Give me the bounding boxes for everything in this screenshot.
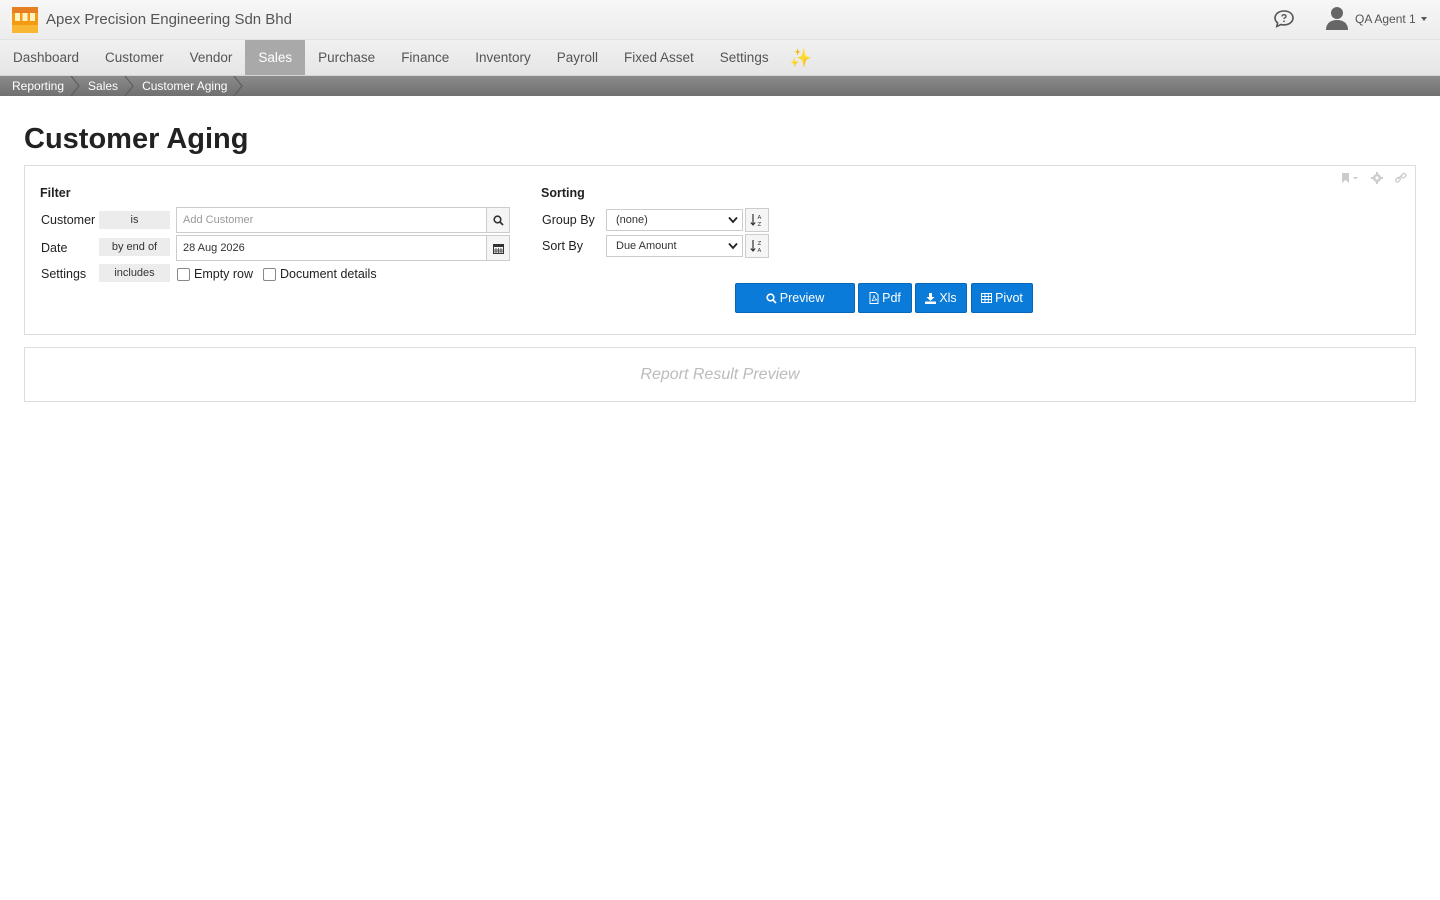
sort-by-select[interactable]: Due Amount <box>606 235 743 257</box>
checkbox-label: Empty row <box>194 267 254 281</box>
top-header: Apex Precision Engineering Sdn Bhd QA Ag… <box>0 0 1440 40</box>
group-sort-direction-button[interactable]: A Z <box>745 208 769 232</box>
preview-button-label: Preview <box>779 291 825 305</box>
download-icon <box>925 292 937 304</box>
link-icon[interactable] <box>1395 172 1407 184</box>
calendar-icon <box>492 243 504 254</box>
breadcrumb-label: Reporting <box>12 79 65 93</box>
checkbox-box[interactable] <box>177 267 190 281</box>
pdf-button-label: Pdf <box>882 291 901 305</box>
svg-text:Z: Z <box>758 241 762 247</box>
date-picker-button[interactable] <box>486 235 510 261</box>
sort-direction-button[interactable]: Z A <box>745 234 769 258</box>
pivot-button-label: Pivot <box>995 291 1023 305</box>
filter-title: Filter <box>40 186 71 200</box>
date-field[interactable]: 28 Aug 2026 <box>176 235 487 261</box>
pivot-button[interactable]: Pivot <box>971 283 1033 313</box>
nav-item-customer[interactable]: Customer <box>92 40 177 75</box>
user-menu-caret-icon[interactable] <box>1421 17 1427 21</box>
customer-search-input[interactable] <box>176 207 487 233</box>
customer-search-button[interactable] <box>486 207 510 233</box>
nav-item-fixed-asset[interactable]: Fixed Asset <box>611 40 707 75</box>
report-result-placeholder: Report Result Preview <box>640 365 800 383</box>
chat-icon[interactable] <box>1273 9 1295 29</box>
empty-row-checkbox[interactable]: Empty row <box>177 267 253 281</box>
preview-button[interactable]: Preview <box>735 283 855 313</box>
nav-item-vendor[interactable]: Vendor <box>177 40 246 75</box>
company-logo-icon[interactable] <box>12 7 38 33</box>
report-options-panel: Filter Customer is Date by end of 28 Aug… <box>24 165 1416 335</box>
chevron-down-icon <box>728 216 738 224</box>
nav-item-payroll[interactable]: Payroll <box>544 40 611 75</box>
search-icon <box>766 292 777 304</box>
svg-text:Z: Z <box>758 222 762 227</box>
sort-alpha-asc-icon: A Z <box>750 214 762 227</box>
breadcrumb-label: Customer Aging <box>142 79 228 93</box>
nav-item-finance[interactable]: Finance <box>388 40 462 75</box>
gear-icon[interactable] <box>1371 172 1383 184</box>
nav-item-sales[interactable]: Sales <box>245 40 306 75</box>
breadcrumb-item-customer-aging[interactable]: Customer Aging <box>130 76 244 96</box>
report-result-panel: Report Result Preview <box>24 347 1416 402</box>
svg-text:A: A <box>758 248 762 253</box>
sparkles-icon[interactable]: ✨ <box>782 40 820 75</box>
svg-text:A: A <box>758 215 762 221</box>
bookmark-icon[interactable] <box>1341 172 1359 184</box>
group-by-select[interactable]: (none) <box>606 209 743 231</box>
xls-button-label: Xls <box>939 291 957 305</box>
nav-item-inventory[interactable]: Inventory <box>462 40 544 75</box>
checkbox-box[interactable] <box>263 267 276 281</box>
breadcrumb-label: Sales <box>88 79 119 93</box>
sorting-title: Sorting <box>541 186 585 200</box>
checkbox-label: Document details <box>280 267 377 281</box>
nav-item-purchase[interactable]: Purchase <box>305 40 388 75</box>
sort-by-label: Sort By <box>542 239 583 253</box>
group-by-label: Group By <box>542 213 595 227</box>
breadcrumb: Reporting Sales Customer Aging <box>0 76 1440 96</box>
nav-item-dashboard[interactable]: Dashboard <box>0 40 92 75</box>
main-nav: Dashboard Customer Vendor Sales Purchase… <box>0 40 1440 76</box>
document-details-checkbox[interactable]: Document details <box>263 267 377 281</box>
breadcrumb-item-sales[interactable]: Sales <box>76 76 134 96</box>
sort-by-value: Due Amount <box>616 240 677 252</box>
filter-label-settings: Settings <box>41 267 87 281</box>
filter-operator-date[interactable]: by end of <box>99 238 170 256</box>
page-title: Customer Aging <box>24 123 249 155</box>
search-icon <box>492 214 504 226</box>
user-avatar-icon[interactable] <box>1326 6 1348 30</box>
sort-alpha-desc-icon: Z A <box>750 240 762 253</box>
nav-item-settings[interactable]: Settings <box>707 40 782 75</box>
chevron-right-icon <box>233 76 244 96</box>
filter-label-customer: Customer <box>41 213 96 227</box>
panel-tools <box>1341 172 1407 184</box>
table-icon <box>981 293 993 303</box>
breadcrumb-item-reporting[interactable]: Reporting <box>0 76 80 96</box>
user-menu-name[interactable]: QA Agent 1 <box>1355 12 1416 26</box>
xls-button[interactable]: Xls <box>915 283 967 313</box>
group-by-value: (none) <box>616 214 648 226</box>
filter-operator-settings[interactable]: includes <box>99 264 170 282</box>
file-pdf-icon <box>869 292 879 304</box>
pdf-button[interactable]: Pdf <box>858 283 912 313</box>
filter-label-date: Date <box>41 241 68 255</box>
chevron-down-icon <box>728 242 738 250</box>
company-name: Apex Precision Engineering Sdn Bhd <box>46 11 292 28</box>
filter-operator-customer[interactable]: is <box>99 211 170 229</box>
